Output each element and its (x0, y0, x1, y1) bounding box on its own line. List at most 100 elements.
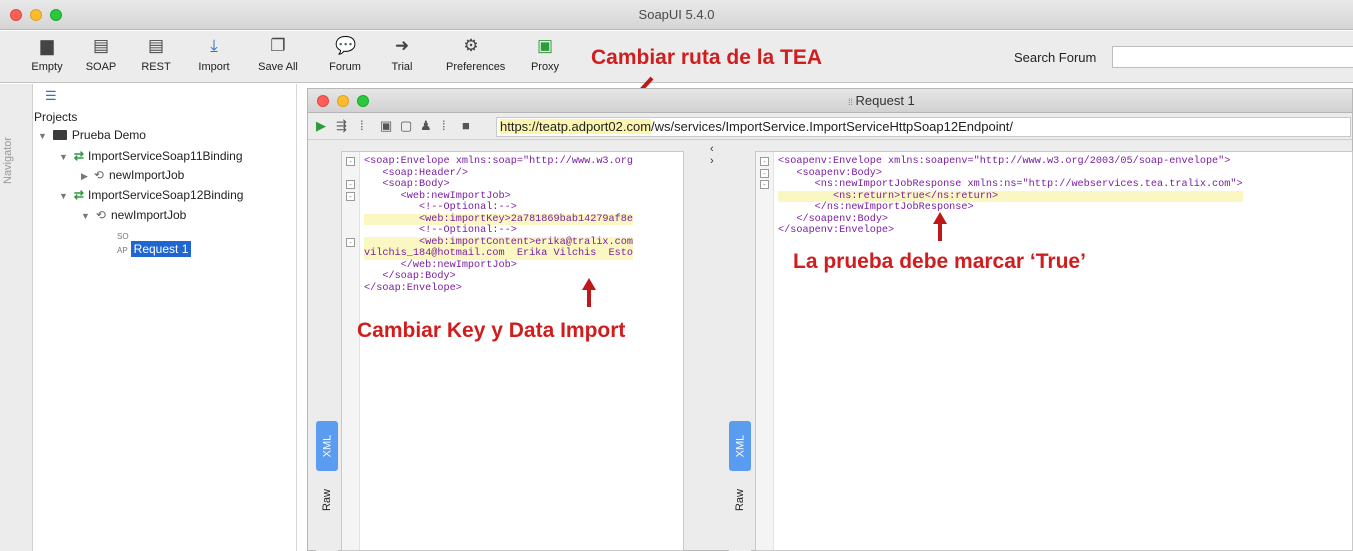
import-content-line-2: vilchis_184@hotmail.com Erika Vilchis Es… (364, 248, 633, 260)
proxy-button[interactable]: ▣ Proxy (520, 36, 570, 73)
tree-binding-soap11[interactable]: ▼ ⇄ ImportServiceSoap11Binding (59, 149, 243, 163)
maximize-editor-icon[interactable]: ■ (462, 118, 470, 133)
trial-label: Trial (391, 61, 413, 73)
code-line: </soapenv:Body> (778, 213, 889, 225)
import-button[interactable]: ⤓ Import (189, 36, 239, 73)
request-xml-editor[interactable]: - - - - <soap:Envelope xmlns:soap="http:… (341, 151, 684, 551)
rest-label: REST (141, 61, 171, 73)
search-forum-input[interactable] (1112, 46, 1353, 68)
binding-soap11-label: ImportServiceSoap11Binding (87, 149, 243, 163)
request-label: Request 1 (130, 241, 192, 257)
submit-all-icon[interactable]: ⇶ (336, 118, 347, 134)
add-assertion-icon[interactable]: ⁞ (360, 118, 364, 133)
response-xml-code[interactable]: <soapenv:Envelope xmlns:soapenv="http://… (778, 156, 1243, 237)
code-line: <!--Optional:--> (364, 202, 517, 213)
annotation-change-key: Cambiar Key y Data Import (357, 319, 626, 342)
fold-toggle-icon[interactable]: - (346, 180, 355, 189)
import-label: Import (198, 61, 230, 73)
code-line: <soap:Envelope xmlns:soap="http://www.w3… (364, 156, 633, 167)
projects-label: Projects (34, 110, 78, 124)
empty-button[interactable]: ▆ Empty (22, 36, 72, 73)
trial-button[interactable]: ➜ Trial (377, 36, 427, 73)
code-line: <ns:newImportJobResponse xmlns:ns="http:… (778, 179, 1243, 190)
create-test-icon[interactable]: ▣ (380, 118, 392, 134)
expand-triangle-icon[interactable]: ▼ (81, 211, 90, 221)
request-title-text: Request 1 (855, 93, 915, 108)
endpoint-url-host: https://teatp.adport02.com (500, 119, 652, 134)
fold-toggle-icon[interactable]: - (760, 180, 769, 189)
request-title: ⁞⁞ Request 1 (848, 89, 915, 114)
request-xml-code[interactable]: <soap:Envelope xmlns:soap="http://www.w3… (364, 156, 633, 294)
navigator-panel: ☰ Projects ▼ Prueba Demo ▼ ⇄ ImportServiceS… (33, 84, 297, 551)
rest-project-icon: ▤ (147, 36, 165, 55)
tab-request-raw[interactable]: Raw (316, 475, 338, 525)
expand-triangle-icon[interactable]: ▼ (59, 191, 68, 201)
tree-operation-newimportjob-1[interactable]: ▶ ⟲ newImportJob (81, 168, 184, 182)
code-line: <soap:Header/> (364, 167, 468, 179)
tree-binding-soap12[interactable]: ▼ ⇄ ImportServiceSoap12Binding (59, 188, 243, 202)
preferences-button[interactable]: ⚙ Preferences (446, 36, 506, 73)
window-title: SoapUI 5.4.0 (638, 7, 715, 22)
empty-project-icon: ▆ (40, 36, 54, 55)
tree-operation-newimportjob-2[interactable]: ▼ ⟲ newImportJob (81, 208, 186, 222)
request-toolbar: ▶ ⇶ ⁞ ▣ ▢ ♟ ⁞ ■ https://teatp.adport02.c… (308, 114, 1352, 140)
expand-triangle-icon[interactable]: ▼ (59, 152, 68, 162)
splitter-arrows-icon[interactable]: ‹ › (710, 143, 714, 167)
preferences-label: Preferences (446, 61, 506, 73)
project-name: Prueba Demo (71, 128, 146, 142)
response-xml-editor[interactable]: - - - <soapenv:Envelope xmlns:soapenv="h… (755, 151, 1353, 551)
search-forum-label: Search Forum (1014, 50, 1097, 65)
forum-label: Forum (329, 61, 361, 73)
endpoint-url-path: /ws/services/ImportService.ImportService… (651, 119, 1014, 134)
tree-request-1[interactable]: SO AP Request 1 (117, 228, 192, 257)
submit-request-icon[interactable]: ▶ (316, 118, 326, 134)
annotation-change-url: Cambiar ruta de la TEA (591, 46, 823, 69)
fold-toggle-icon[interactable]: - (760, 169, 769, 178)
save-all-icon: ❐ (270, 36, 286, 55)
rest-button[interactable]: ▤ REST (131, 36, 181, 73)
binding-soap12-label: ImportServiceSoap12Binding (87, 188, 244, 202)
save-all-button[interactable]: ❐ Save All (253, 36, 303, 73)
code-line: <!--Optional:--> (364, 225, 517, 236)
zoom-request-button[interactable] (357, 95, 369, 107)
close-request-button[interactable] (317, 95, 329, 107)
fold-toggle-icon[interactable]: - (346, 192, 355, 201)
zoom-window-button[interactable] (50, 9, 62, 21)
code-line: <soap:Body> (364, 179, 450, 190)
code-line: <web:newImportJob> (364, 190, 511, 202)
user-auth-icon[interactable]: ♟ (420, 118, 432, 134)
split-view-icon[interactable]: ▢ (400, 118, 412, 134)
tree-project-prueba-demo[interactable]: ▼ Prueba Demo (38, 128, 146, 142)
navigator-strip[interactable]: Navigator (0, 84, 33, 551)
forum-button[interactable]: 💬 Forum (320, 36, 370, 73)
request-titlebar: ⁞⁞ Request 1 (308, 89, 1352, 113)
collapse-triangle-icon[interactable]: ▶ (81, 171, 88, 181)
tree-view-icon[interactable]: ☰ (45, 88, 57, 104)
response-editor-gutter: - - - (756, 152, 774, 550)
import-icon: ⤓ (210, 36, 218, 55)
code-line: <soapenv:Body> (778, 167, 882, 179)
import-key-line: <web:importKey>2a781869bab14279af8e (364, 213, 633, 225)
tab-request-xml[interactable]: XML (316, 421, 338, 471)
close-window-button[interactable] (10, 9, 22, 21)
navigator-label: Navigator (2, 136, 14, 184)
minimize-request-button[interactable] (337, 95, 349, 107)
return-true-line: <ns:return>true</ns:return> (778, 190, 1243, 202)
trial-icon: ➜ (394, 36, 410, 55)
minimize-window-button[interactable] (30, 9, 42, 21)
fold-toggle-icon[interactable]: - (346, 238, 355, 247)
code-line: <soapenv:Envelope xmlns:soapenv="http://… (778, 156, 1231, 167)
tab-response-raw[interactable]: Raw (729, 475, 751, 525)
window-titlebar: SoapUI 5.4.0 (0, 0, 1353, 30)
fold-toggle-icon[interactable]: - (346, 157, 355, 166)
tab-response-xml[interactable]: XML (729, 421, 751, 471)
soap-button[interactable]: ▤ SOAP (76, 36, 126, 73)
annotation-arrow-key-shaft (587, 289, 591, 307)
endpoint-url-field[interactable]: https://teatp.adport02.com/ws/services/I… (496, 117, 1351, 137)
expand-triangle-icon[interactable]: ▼ (38, 131, 47, 141)
request-icon: SO AP (117, 232, 129, 255)
folder-icon (52, 130, 67, 140)
options-icon[interactable]: ⁞ (442, 118, 446, 133)
fold-toggle-icon[interactable]: - (760, 157, 769, 166)
response-view-tabs: XML Raw (729, 419, 751, 551)
